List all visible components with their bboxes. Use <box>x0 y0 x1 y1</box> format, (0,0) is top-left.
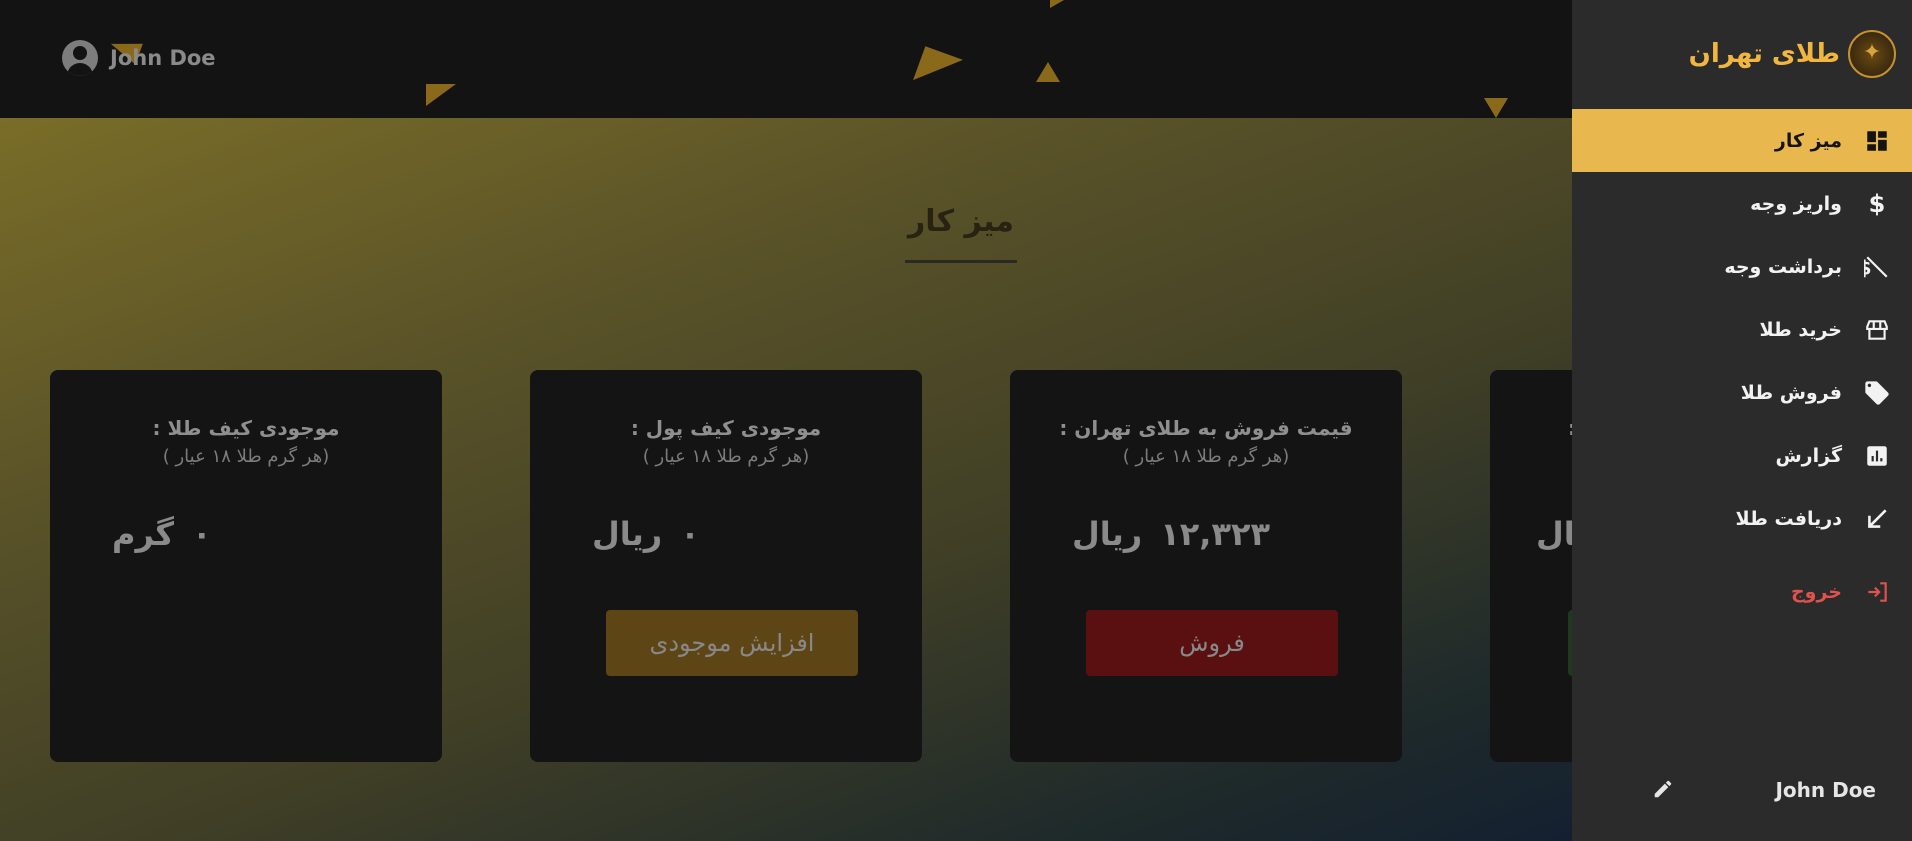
card-sub: (هر گرم طلا ۱۸ عیار ) <box>642 446 810 467</box>
decorative-triangle <box>1484 98 1508 118</box>
dashboard-icon <box>1862 126 1892 156</box>
sidebar-item-buy-gold[interactable]: خرید طلا <box>1572 298 1912 361</box>
sidebar-item-report[interactable]: گزارش <box>1572 424 1912 487</box>
card-label: قیمت فروش به طلای تهران : <box>1059 416 1353 440</box>
card-label: موجودی کیف طلا : <box>152 416 340 440</box>
sell-button[interactable]: فروش <box>1086 610 1338 676</box>
sell-price-card: قیمت فروش به طلای تهران : (هر گرم طلا ۱۸… <box>1010 370 1402 762</box>
sidebar-user-name: John Doe <box>1775 778 1876 802</box>
sidebar-item-label: میز کار <box>1774 129 1842 152</box>
decorative-triangle <box>913 46 963 94</box>
tehran-gold-logo <box>1848 30 1896 78</box>
sidebar-item-withdraw[interactable]: $ برداشت وجه <box>1572 235 1912 298</box>
sidebar-menu: میز کار $ واریز وجه $ برداشت وجه خرید طل… <box>1572 109 1912 623</box>
sidebar-item-label: برداشت وجه <box>1724 255 1842 278</box>
sidebar-item-deposit[interactable]: $ واریز وجه <box>1572 172 1912 235</box>
card-label: موجودی کیف پول : <box>630 416 822 440</box>
logout-icon <box>1862 577 1892 607</box>
main-content: میز کار موجودی کیف طلا : (هر گرم طلا ۱۸ … <box>0 118 1572 841</box>
sidebar-item-dashboard[interactable]: میز کار <box>1572 109 1912 172</box>
sidebar-item-label: دریافت طلا <box>1735 507 1842 530</box>
report-icon <box>1862 441 1892 471</box>
card-label: : <box>1490 416 1572 440</box>
card-unit: یال <box>1536 515 1572 553</box>
brand[interactable]: طلای تهران <box>1689 30 1896 78</box>
decorative-triangle <box>1050 0 1064 8</box>
card-unit: ریال <box>592 515 663 553</box>
decorative-triangle <box>426 84 456 106</box>
account-icon <box>62 40 98 76</box>
dollar-icon: $ <box>1868 189 1886 218</box>
sidebar-item-label: فروش طلا <box>1740 381 1842 404</box>
buy-price-card: : یال <box>1490 370 1572 762</box>
header-user-name: John Doe <box>110 46 216 70</box>
header-user[interactable]: John Doe <box>62 40 216 76</box>
card-amount: ۰ گرم <box>50 515 442 553</box>
card-value: ۱۲,۳۲۳ <box>1160 515 1271 553</box>
card-amount: یال <box>1490 515 1572 553</box>
card-amount: ۱۲,۳۲۳ ریال <box>1010 515 1402 553</box>
page-title: میز کار <box>908 204 1014 239</box>
sidebar-item-label: واریز وجه <box>1750 192 1842 215</box>
brand-title: طلای تهران <box>1688 39 1840 69</box>
top-bar: John Doe <box>0 0 1572 118</box>
arrow-down-left-icon <box>1862 504 1892 534</box>
gold-wallet-card: موجودی کیف طلا : (هر گرم طلا ۱۸ عیار ) ۰… <box>50 370 442 762</box>
increase-balance-button[interactable]: افزایش موجودی <box>606 610 858 676</box>
sidebar-item-label: خروج <box>1790 580 1842 603</box>
sidebar-item-receive-gold[interactable]: دریافت طلا <box>1572 487 1912 550</box>
store-icon <box>1862 315 1892 345</box>
card-sub: (هر گرم طلا ۱۸ عیار ) <box>1122 446 1290 467</box>
card-value: ۰ <box>680 515 700 553</box>
card-value: ۰ <box>191 515 212 553</box>
decorative-triangle <box>1036 62 1060 82</box>
sidebar-item-logout[interactable]: خروج <box>1572 560 1912 623</box>
money-off-icon: $ <box>1862 252 1892 282</box>
money-wallet-card: موجودی کیف پول : (هر گرم طلا ۱۸ عیار ) ۰… <box>530 370 922 762</box>
sidebar-item-label: خرید طلا <box>1759 318 1842 341</box>
page-title-underline <box>905 260 1017 263</box>
sidebar-item-sell-gold[interactable]: فروش طلا <box>1572 361 1912 424</box>
sidebar: طلای تهران میز کار $ واریز وجه $ برداشت … <box>1572 0 1912 841</box>
card-amount: ۰ ریال <box>530 515 922 553</box>
card-unit: ریال <box>1072 515 1143 553</box>
edit-icon[interactable] <box>1652 778 1674 806</box>
card-unit: گرم <box>112 515 174 553</box>
tag-icon <box>1862 378 1892 408</box>
card-sub: (هر گرم طلا ۱۸ عیار ) <box>162 446 330 467</box>
sidebar-item-label: گزارش <box>1775 444 1842 467</box>
